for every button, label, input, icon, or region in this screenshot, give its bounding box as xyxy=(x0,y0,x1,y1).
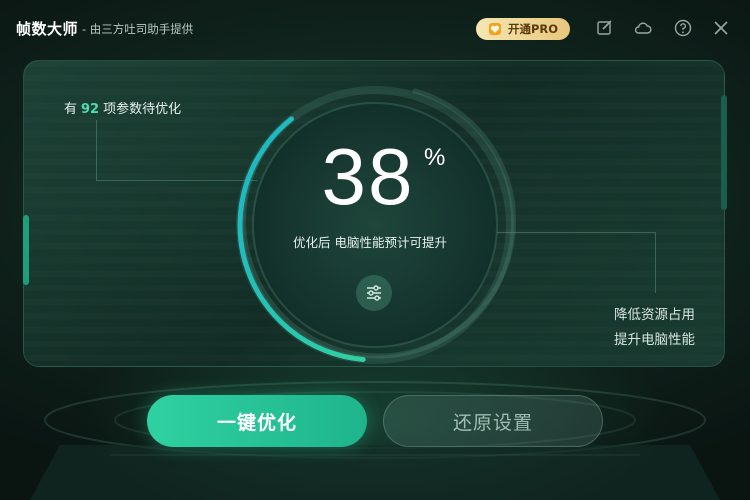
open-pro-label: 开通PRO xyxy=(507,22,559,36)
gauge-caption: 优化后 电脑性能预计可提升 xyxy=(293,235,447,250)
pending-count: 92 xyxy=(81,102,100,117)
benefit-1: 降低资源占用 xyxy=(614,307,695,323)
pending-prefix: 有 xyxy=(64,102,78,117)
close-icon[interactable] xyxy=(711,18,731,38)
title-bar: 帧数大师 - 由三方吐司助手提供 开通PRO xyxy=(0,0,750,56)
app-title: 帧数大师 xyxy=(16,20,79,38)
restore-settings-button[interactable]: 还原设置 xyxy=(383,395,603,447)
settings-sliders-button[interactable] xyxy=(356,275,392,311)
help-icon[interactable] xyxy=(673,18,693,38)
platform-decoration xyxy=(30,381,720,500)
edit-icon[interactable] xyxy=(595,18,615,38)
one-click-optimize-button[interactable]: 一键优化 xyxy=(147,395,367,447)
percent-value: 38 xyxy=(321,132,415,221)
sliders-icon xyxy=(367,285,381,301)
benefit-2: 提升电脑性能 xyxy=(614,332,695,348)
panel-right-accent xyxy=(721,95,727,210)
open-pro-button[interactable]: 开通PRO xyxy=(476,18,570,40)
percent-sign: % xyxy=(424,144,446,171)
panel-left-accent xyxy=(23,215,29,285)
pending-params-text: 有 92 项参数待优化 xyxy=(64,98,181,117)
heart-gem-icon xyxy=(488,23,501,35)
progress-gauge xyxy=(236,86,517,364)
app-window: 帧数大师 - 由三方吐司助手提供 开通PRO 有 92 项参数待优化 降低资源占用 … xyxy=(0,0,750,500)
app-subtitle: - 由三方吐司助手提供 xyxy=(82,22,194,36)
pending-suffix: 项参数待优化 xyxy=(103,102,182,117)
cloud-icon[interactable] xyxy=(633,18,653,38)
